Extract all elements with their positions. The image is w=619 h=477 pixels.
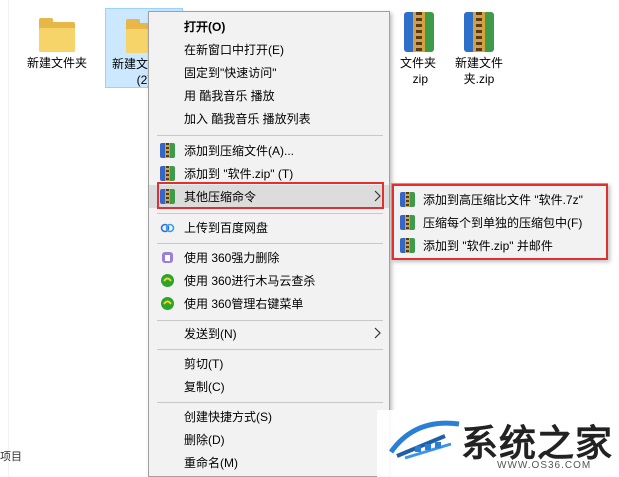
360-delete-icon — [160, 250, 175, 265]
360-scan-icon — [160, 273, 175, 288]
zip-archive-icon — [404, 12, 434, 52]
divider — [8, 0, 9, 477]
menu-separator — [157, 213, 383, 214]
menu-item-360-scan[interactable]: 使用 360进行木马云查杀 — [149, 269, 389, 292]
menu-item-baidu-upload[interactable]: 上传到百度网盘 — [149, 216, 389, 239]
folder-icon — [39, 18, 75, 52]
menu-separator — [157, 135, 383, 136]
menu-item-open[interactable]: 打开(O) — [149, 15, 389, 38]
watermark-title: 系统之家 — [461, 422, 613, 465]
highlight-box — [157, 182, 384, 209]
menu-item-kuwo-play[interactable]: 用 酷我音乐 播放 — [149, 84, 389, 107]
menu-separator — [157, 402, 383, 403]
baidu-cloud-icon — [160, 220, 175, 235]
watermark-logo-icon — [388, 420, 460, 460]
watermark: 系统之家 WWW.OS36.COM — [377, 410, 619, 477]
menu-item-pin-quick-access[interactable]: 固定到"快速访问" — [149, 61, 389, 84]
context-menu: 打开(O) 在新窗口中打开(E) 固定到"快速访问" 用 酷我音乐 播放 加入 … — [148, 11, 390, 477]
highlight-box — [392, 184, 608, 260]
zip-item[interactable]: 新建文件 夹.zip — [440, 8, 518, 88]
watermark-url: WWW.OS36.COM — [497, 460, 592, 471]
menu-item-360-delete[interactable]: 使用 360强力删除 — [149, 246, 389, 269]
menu-item-create-shortcut[interactable]: 创建快捷方式(S) — [149, 405, 389, 428]
file-label-line1: 新建文件 — [454, 56, 503, 70]
menu-item-add-to-archive[interactable]: 添加到压缩文件(A)... — [149, 139, 389, 162]
chevron-right-icon — [374, 327, 381, 339]
menu-item-cut[interactable]: 剪切(T) — [149, 352, 389, 375]
winrar-icon — [160, 143, 175, 158]
menu-separator — [157, 243, 383, 244]
file-label-line2: 夹.zip — [463, 72, 495, 86]
360-manage-icon — [160, 296, 175, 311]
status-text: 项目 — [0, 451, 22, 463]
winrar-icon — [160, 166, 175, 181]
menu-item-rename[interactable]: 重命名(M) — [149, 451, 389, 474]
menu-item-open-new-window[interactable]: 在新窗口中打开(E) — [149, 38, 389, 61]
menu-item-copy[interactable]: 复制(C) — [149, 375, 389, 398]
menu-separator — [157, 349, 383, 350]
menu-item-kuwo-playlist[interactable]: 加入 酷我音乐 播放列表 — [149, 107, 389, 130]
zip-archive-icon — [464, 12, 494, 52]
menu-item-360-manage[interactable]: 使用 360管理右键菜单 — [149, 292, 389, 315]
file-label: 新建文件夹 — [26, 56, 87, 70]
menu-item-delete[interactable]: 删除(D) — [149, 428, 389, 451]
menu-item-send-to[interactable]: 发送到(N) — [149, 322, 389, 345]
folder-item[interactable]: 新建文件夹 — [18, 8, 96, 74]
menu-separator — [157, 320, 383, 321]
